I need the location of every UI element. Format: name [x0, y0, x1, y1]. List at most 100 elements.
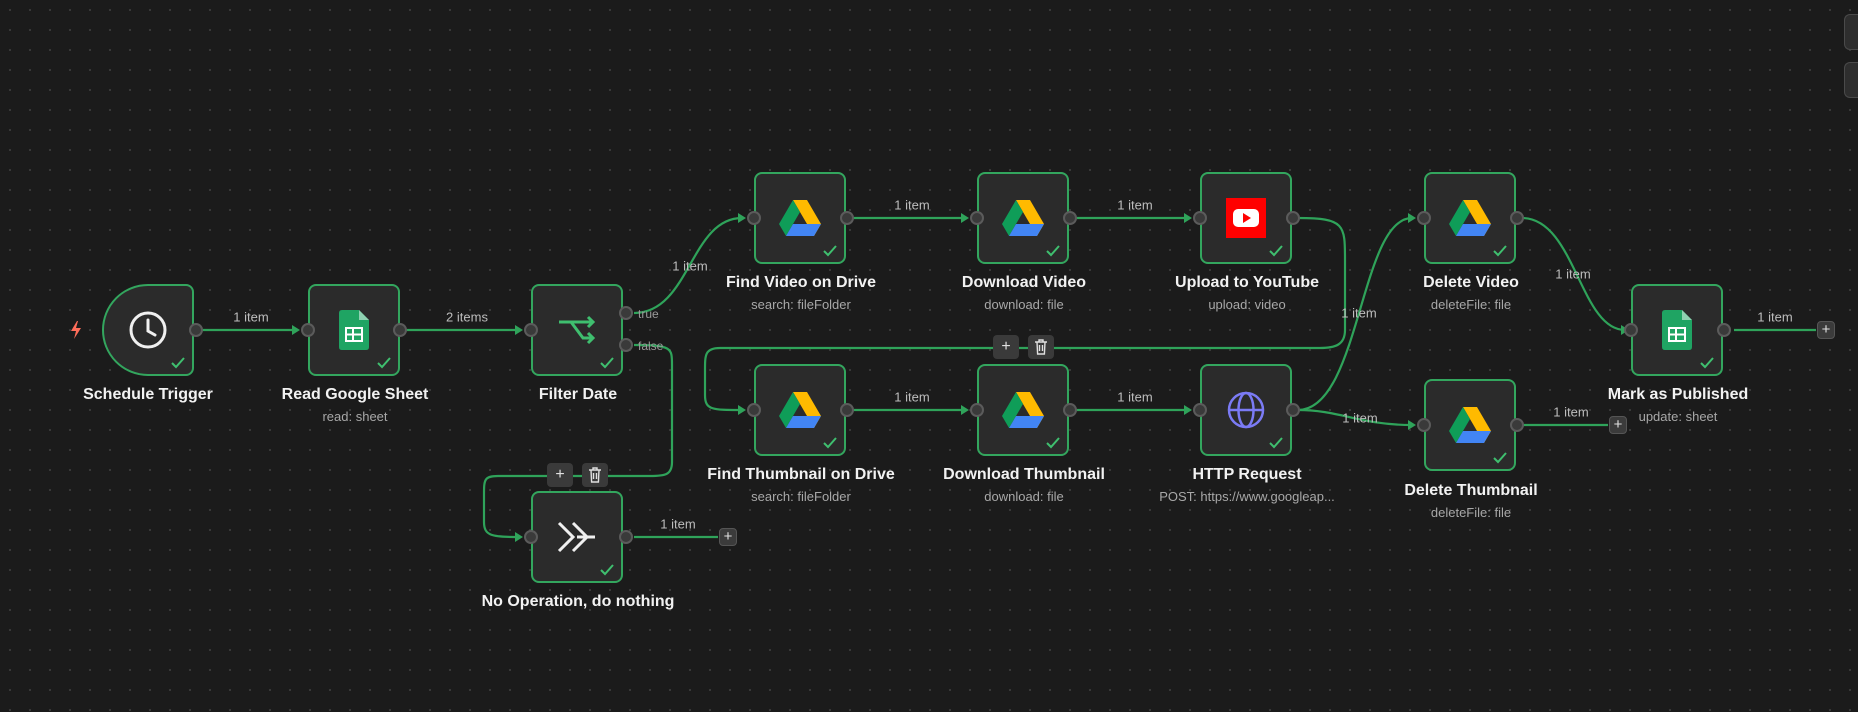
node-title-filter-date: Filter Date — [538, 386, 618, 403]
output-handle-download-video[interactable] — [1063, 211, 1077, 225]
node-title-http-request: HTTP Request — [1192, 466, 1302, 483]
output-handle-download-thumbnail[interactable] — [1063, 403, 1077, 417]
add-node-after-delete-thumbnail-button[interactable]: + — [1609, 416, 1627, 434]
node-title-find-video: Find Video on Drive — [726, 274, 876, 291]
node-find-thumbnail-on-drive[interactable] — [754, 364, 846, 456]
node-title-no-operation: No Operation, do nothing — [481, 593, 675, 610]
filter-split-icon — [555, 308, 599, 352]
success-check-icon — [1046, 245, 1060, 257]
node-title-schedule-trigger: Schedule Trigger — [83, 386, 213, 403]
input-handle-delete-video[interactable] — [1417, 211, 1431, 225]
edge-label-http-delete-thumbnail: 1 item — [1342, 410, 1378, 426]
right-panel-secondary-button[interactable] — [1844, 62, 1858, 98]
success-check-icon — [600, 357, 614, 369]
success-check-icon — [1269, 245, 1283, 257]
output-handle-schedule-trigger[interactable] — [189, 323, 203, 337]
insert-node-on-connection-button[interactable]: + — [993, 335, 1019, 359]
output-handle-delete-video[interactable] — [1510, 211, 1524, 225]
edge-label-filter-find-video: 1 item — [672, 258, 708, 274]
input-handle-http-request[interactable] — [1193, 403, 1207, 417]
google-drive-icon — [778, 196, 822, 240]
edge-label-mark-output: 1 item — [1757, 309, 1793, 325]
node-upload-to-youtube[interactable] — [1200, 172, 1292, 264]
output-handle-http-request[interactable] — [1286, 403, 1300, 417]
node-subtitle-read-google-sheet: read: sheet — [322, 409, 388, 424]
delete-connection-button[interactable] — [1028, 335, 1054, 359]
success-check-icon — [823, 437, 837, 449]
output-handle-find-thumbnail[interactable] — [840, 403, 854, 417]
insert-node-on-false-connection-button[interactable]: + — [547, 463, 573, 487]
double-chevron-right-icon — [555, 515, 599, 559]
success-check-icon — [823, 245, 837, 257]
node-subtitle-delete-video: deleteFile: file — [1430, 297, 1512, 312]
node-mark-as-published[interactable] — [1631, 284, 1723, 376]
trash-icon — [589, 467, 601, 483]
google-drive-icon — [1001, 196, 1045, 240]
youtube-icon — [1224, 196, 1268, 240]
input-handle-find-thumbnail[interactable] — [747, 403, 761, 417]
edge-label-find-download-thumbnail: 1 item — [894, 389, 930, 405]
right-panel-toggle-button[interactable] — [1844, 14, 1858, 50]
delete-false-connection-button[interactable] — [582, 463, 608, 487]
input-handle-find-video[interactable] — [747, 211, 761, 225]
node-delete-video[interactable] — [1424, 172, 1516, 264]
input-handle-filter-date[interactable] — [524, 323, 538, 337]
node-title-mark-published: Mark as Published — [1607, 386, 1749, 403]
google-drive-icon — [1448, 196, 1492, 240]
node-title-upload-youtube: Upload to YouTube — [1175, 274, 1319, 291]
input-handle-download-video[interactable] — [970, 211, 984, 225]
output-handle-delete-thumbnail[interactable] — [1510, 418, 1524, 432]
output-handle-no-operation[interactable] — [619, 530, 633, 544]
input-handle-download-thumbnail[interactable] — [970, 403, 984, 417]
node-filter-date[interactable] — [531, 284, 623, 376]
globe-icon — [1224, 388, 1268, 432]
clock-icon — [126, 308, 170, 352]
node-no-operation[interactable] — [531, 491, 623, 583]
input-handle-read-google-sheet[interactable] — [301, 323, 315, 337]
input-handle-no-operation[interactable] — [524, 530, 538, 544]
input-handle-upload-youtube[interactable] — [1193, 211, 1207, 225]
google-sheets-icon — [1655, 308, 1699, 352]
node-subtitle-find-video: search: fileFolder — [751, 297, 851, 312]
connections-layer — [196, 213, 1816, 542]
node-find-video-on-drive[interactable] — [754, 172, 846, 264]
node-http-request[interactable] — [1200, 364, 1292, 456]
node-read-google-sheet[interactable] — [308, 284, 400, 376]
google-drive-icon — [778, 388, 822, 432]
node-title-find-thumbnail: Find Thumbnail on Drive — [707, 466, 895, 483]
success-check-icon — [1493, 245, 1507, 257]
output-handle-read-google-sheet[interactable] — [393, 323, 407, 337]
add-node-after-mark-published-button[interactable]: + — [1817, 321, 1835, 339]
node-delete-thumbnail[interactable] — [1424, 379, 1516, 471]
output-handle-mark-published[interactable] — [1717, 323, 1731, 337]
node-schedule-trigger[interactable] — [102, 284, 194, 376]
trash-icon — [1035, 339, 1047, 355]
edge-label-noop-output: 1 item — [660, 516, 696, 532]
add-node-after-no-operation-button[interactable]: + — [719, 528, 737, 546]
output-handle-upload-youtube[interactable] — [1286, 211, 1300, 225]
output-handle-find-video[interactable] — [840, 211, 854, 225]
node-subtitle-mark-published: update: sheet — [1638, 409, 1718, 424]
workflow-canvas[interactable]: Schedule Trigger Read Google Sheet read:… — [0, 0, 1858, 712]
node-download-thumbnail[interactable] — [977, 364, 1069, 456]
edge-label-download-thumbnail-http: 1 item — [1117, 389, 1153, 405]
success-check-icon — [171, 357, 185, 369]
edge-label-find-download-video: 1 item — [894, 197, 930, 213]
node-title-download-video: Download Video — [961, 274, 1087, 291]
node-download-video[interactable] — [977, 172, 1069, 264]
output-handle-filter-false[interactable] — [619, 338, 633, 352]
success-check-icon — [600, 564, 614, 576]
success-check-icon — [1046, 437, 1060, 449]
edge-label-sheet-filter: 2 items — [446, 309, 488, 325]
input-handle-delete-thumbnail[interactable] — [1417, 418, 1431, 432]
node-title-read-google-sheet: Read Google Sheet — [281, 386, 429, 403]
google-drive-icon — [1001, 388, 1045, 432]
node-title-download-thumbnail: Download Thumbnail — [943, 466, 1105, 483]
node-subtitle-download-video: download: file — [984, 297, 1064, 312]
port-label-true: true — [638, 307, 659, 321]
node-title-delete-video: Delete Video — [1423, 274, 1519, 291]
input-handle-mark-published[interactable] — [1624, 323, 1638, 337]
output-handle-filter-true[interactable] — [619, 306, 633, 320]
node-subtitle-download-thumbnail: download: file — [984, 489, 1064, 504]
success-check-icon — [377, 357, 391, 369]
